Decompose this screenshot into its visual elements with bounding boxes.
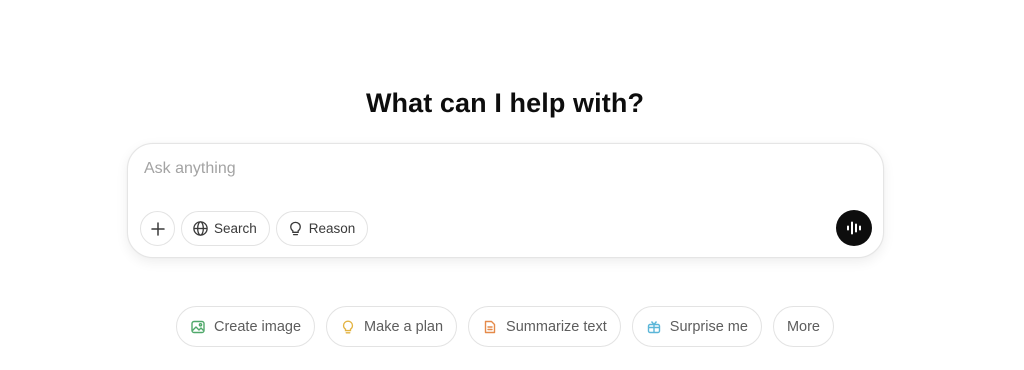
suggestion-label: Make a plan (364, 318, 444, 335)
page-title: What can I help with? (365, 88, 645, 118)
composer-tool-row: Search Reason (140, 211, 369, 246)
suggestion-make-a-plan[interactable]: Make a plan (326, 306, 458, 347)
reason-button-label: Reason (308, 221, 356, 236)
suggestion-label: Surprise me (669, 318, 748, 335)
search-button[interactable]: Search (181, 211, 270, 246)
attach-button[interactable] (140, 211, 175, 246)
suggestion-surprise-me[interactable]: Surprise me (631, 306, 762, 347)
lightbulb-icon (287, 220, 304, 237)
suggestion-label: More (786, 318, 820, 335)
reason-button[interactable]: Reason (275, 211, 369, 246)
gift-icon (646, 319, 662, 335)
suggestion-label: Summarize text (506, 318, 607, 335)
prompt-input[interactable] (144, 156, 824, 182)
globe-icon (192, 220, 209, 237)
document-icon (482, 319, 498, 335)
search-button-label: Search (214, 221, 257, 236)
plus-icon (150, 221, 166, 237)
waveform-icon (845, 219, 863, 237)
image-icon (190, 319, 206, 335)
lightbulb-icon (340, 319, 356, 335)
suggestion-label: Create image (214, 318, 302, 335)
suggestion-summarize-text[interactable]: Summarize text (468, 306, 621, 347)
prompt-composer: Search Reason (127, 143, 884, 258)
suggestion-create-image[interactable]: Create image (176, 306, 316, 347)
voice-mode-button[interactable] (836, 210, 872, 246)
suggestion-more[interactable]: More (772, 306, 834, 347)
suggestion-chips: Create image Make a plan Summarize text (0, 306, 1010, 347)
